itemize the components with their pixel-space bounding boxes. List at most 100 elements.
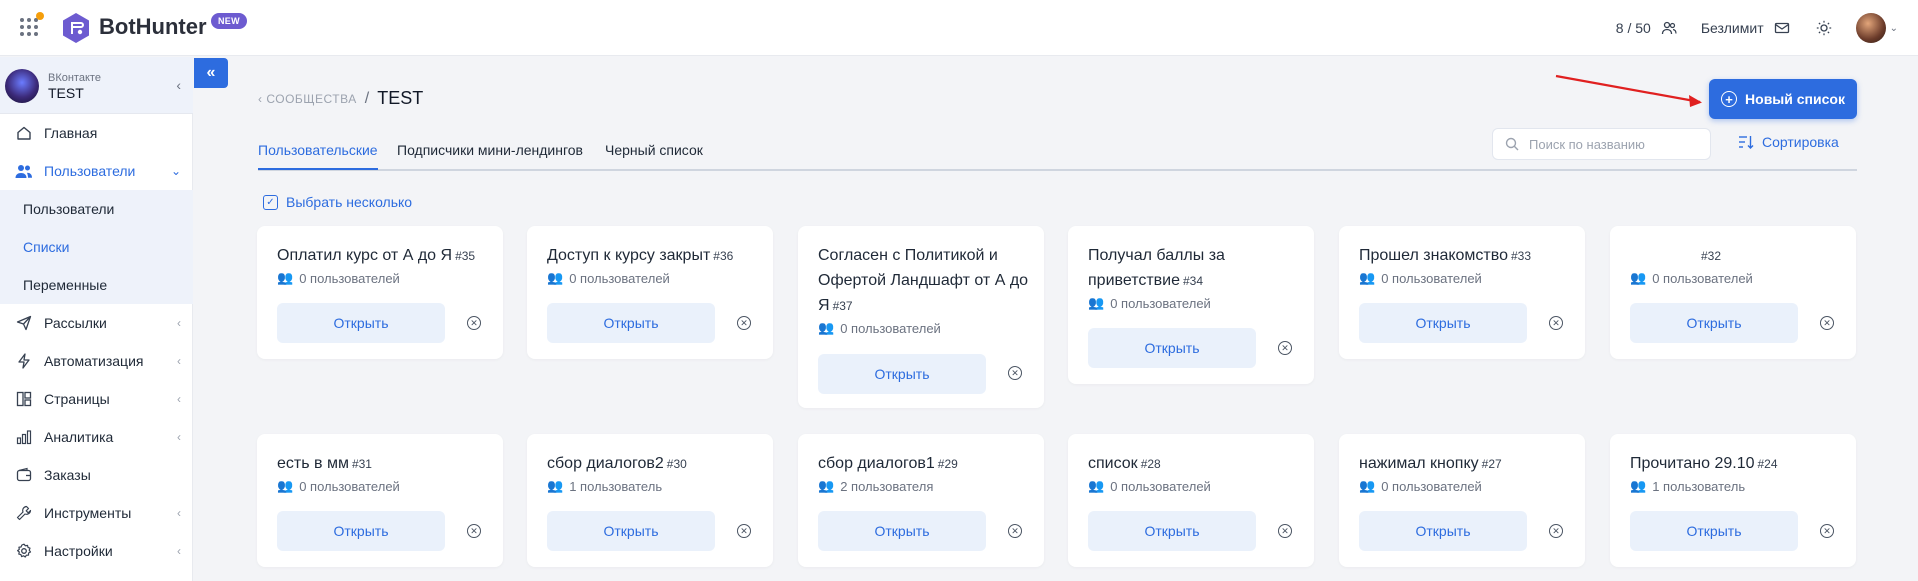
sidebar-item-pages[interactable]: Страницы ‹ bbox=[0, 380, 193, 418]
theme-sun-icon[interactable] bbox=[1816, 20, 1832, 36]
search-input[interactable] bbox=[1529, 136, 1699, 152]
list-title: нажимал кнопку #27 bbox=[1359, 455, 1502, 472]
sidebar-subitem-lists[interactable]: Списки bbox=[0, 228, 193, 266]
sidebar-item-home[interactable]: Главная bbox=[0, 114, 193, 152]
sidebar-item-tools[interactable]: Инструменты ‹ bbox=[0, 494, 193, 532]
account-network: ВКонтакте bbox=[48, 72, 101, 84]
open-list-button[interactable]: Открыть bbox=[818, 511, 986, 551]
app-name[interactable]: BotHunter bbox=[99, 14, 207, 40]
chevron-left-icon: ‹ bbox=[177, 354, 181, 368]
chevron-left-icon: ‹ bbox=[177, 430, 181, 444]
search-box[interactable] bbox=[1492, 128, 1711, 160]
list-id: #30 bbox=[666, 457, 687, 471]
list-user-count: 👥 0 пользователей bbox=[1359, 478, 1482, 494]
sidebar-subitem-variables[interactable]: Переменные bbox=[0, 266, 193, 304]
mail-icon[interactable] bbox=[1774, 20, 1790, 36]
chevron-left-icon: ‹ bbox=[177, 506, 181, 520]
list-user-count: 👥 2 пользователя bbox=[818, 478, 934, 494]
collapse-sidebar-button[interactable]: « bbox=[194, 58, 228, 88]
list-user-count: 👥 0 пользователей bbox=[547, 270, 670, 286]
select-multiple-button[interactable]: ✓ Выбрать несколько bbox=[263, 194, 412, 210]
user-avatar[interactable] bbox=[1855, 13, 1886, 43]
lightning-icon bbox=[14, 351, 34, 371]
sidebar-item-orders[interactable]: Заказы bbox=[0, 456, 193, 494]
chevron-left-icon[interactable]: ‹ bbox=[176, 77, 181, 93]
tab-blacklist[interactable]: Черный список bbox=[605, 142, 703, 168]
delete-circle-icon[interactable]: ✕ bbox=[1008, 366, 1022, 380]
chevron-down-icon[interactable]: ⌄ bbox=[1890, 23, 1898, 34]
list-user-count: 👥 1 пользователь bbox=[1630, 478, 1746, 494]
users-icon: 👥 bbox=[1088, 295, 1105, 310]
home-icon bbox=[14, 123, 34, 143]
list-id: #35 bbox=[455, 249, 476, 263]
delete-circle-icon[interactable]: ✕ bbox=[1008, 524, 1022, 538]
delete-circle-icon[interactable]: ✕ bbox=[1820, 524, 1834, 538]
chart-icon bbox=[14, 427, 34, 447]
bothunter-logo-icon[interactable] bbox=[60, 12, 92, 44]
delete-circle-icon[interactable]: ✕ bbox=[737, 524, 751, 538]
list-user-count: 👥 0 пользователей bbox=[1088, 478, 1211, 494]
open-list-button[interactable]: Открыть bbox=[1630, 303, 1798, 343]
new-badge: NEW bbox=[211, 13, 247, 29]
open-list-button[interactable]: Открыть bbox=[1359, 511, 1527, 551]
plan-text[interactable]: Безлимит bbox=[1701, 20, 1764, 36]
sidebar-item-automation[interactable]: Автоматизация ‹ bbox=[0, 342, 193, 380]
sidebar-item-label: Настройки bbox=[44, 543, 113, 559]
delete-circle-icon[interactable]: ✕ bbox=[1549, 316, 1563, 330]
account-switcher[interactable]: ВКонтакте TEST ‹ bbox=[0, 57, 193, 114]
open-list-button[interactable]: Открыть bbox=[818, 354, 986, 394]
list-card: есть в мм #31 👥 0 пользователей Открыть ✕ bbox=[257, 434, 503, 567]
list-title: #32 bbox=[1630, 243, 1850, 269]
delete-circle-icon[interactable]: ✕ bbox=[1278, 524, 1292, 538]
notification-dot bbox=[36, 12, 44, 20]
sidebar-subitem-users[interactable]: Пользователи bbox=[0, 190, 193, 228]
sidebar-item-users[interactable]: Пользователи ⌄ bbox=[0, 152, 193, 190]
tab-custom[interactable]: Пользовательские bbox=[258, 142, 378, 170]
list-id: #34 bbox=[1183, 274, 1204, 288]
open-list-button[interactable]: Открыть bbox=[1088, 511, 1256, 551]
delete-circle-icon[interactable]: ✕ bbox=[1278, 341, 1292, 355]
users-icon bbox=[14, 161, 34, 181]
tab-mini-landing-subscribers[interactable]: Подписчики мини-лендингов bbox=[397, 142, 583, 168]
users-icon: 👥 bbox=[277, 478, 294, 493]
sidebar-item-analytics[interactable]: Аналитика ‹ bbox=[0, 418, 193, 456]
list-card: сбор диалогов1 #29 👥 2 пользователя Открыт… bbox=[798, 434, 1044, 567]
open-list-button[interactable]: Открыть bbox=[1630, 511, 1798, 551]
sidebar-item-label: Заказы bbox=[44, 467, 91, 483]
list-title: Оплатил курс от А до Я #35 bbox=[277, 247, 476, 264]
page-title: TEST bbox=[377, 88, 424, 108]
delete-circle-icon[interactable]: ✕ bbox=[467, 524, 481, 538]
delete-circle-icon[interactable]: ✕ bbox=[467, 316, 481, 330]
open-list-button[interactable]: Открыть bbox=[277, 303, 445, 343]
breadcrumb-back-link[interactable]: ‹ СООБЩЕСТВА bbox=[258, 92, 357, 106]
list-card: Доступ к курсу закрыт #36 👥 0 пользователе… bbox=[527, 226, 773, 359]
new-list-button[interactable]: + Новый список bbox=[1709, 79, 1857, 119]
chevron-left-icon: ‹ bbox=[258, 91, 263, 106]
delete-circle-icon[interactable]: ✕ bbox=[1549, 524, 1563, 538]
sidebar-item-settings[interactable]: Настройки ‹ bbox=[0, 532, 193, 570]
sort-button[interactable]: Сортировка bbox=[1738, 134, 1839, 150]
chevron-left-icon: ‹ bbox=[177, 392, 181, 406]
sidebar-item-label: Пользователи bbox=[44, 163, 136, 179]
list-card: Прошел знакомство #33 👥 0 пользователей От… bbox=[1339, 226, 1585, 359]
open-list-button[interactable]: Открыть bbox=[547, 303, 715, 343]
list-card: список #28 👥 0 пользователей Открыть ✕ bbox=[1068, 434, 1314, 567]
list-id: #27 bbox=[1481, 457, 1502, 471]
open-list-button[interactable]: Открыть bbox=[1359, 303, 1527, 343]
sidebar-item-label: Переменные bbox=[23, 277, 108, 293]
apps-grid-icon[interactable] bbox=[20, 18, 38, 36]
quota-text: 8 / 50 bbox=[1615, 20, 1651, 36]
search-icon bbox=[1505, 137, 1519, 151]
open-list-button[interactable]: Открыть bbox=[1088, 328, 1256, 368]
delete-circle-icon[interactable]: ✕ bbox=[1820, 316, 1834, 330]
account-name: TEST bbox=[48, 85, 84, 101]
header-right: 8 / 50 Безлимит ⌄ bbox=[1616, 12, 1898, 44]
list-title: сбор диалогов2 #30 bbox=[547, 455, 687, 472]
sidebar-item-mailings[interactable]: Рассылки ‹ bbox=[0, 304, 193, 342]
sidebar-item-label: Автоматизация bbox=[44, 353, 144, 369]
open-list-button[interactable]: Открыть bbox=[547, 511, 715, 551]
open-list-button[interactable]: Открыть bbox=[277, 511, 445, 551]
delete-circle-icon[interactable]: ✕ bbox=[737, 316, 751, 330]
users-icon: 👥 bbox=[818, 320, 835, 335]
gear-icon bbox=[14, 541, 34, 561]
